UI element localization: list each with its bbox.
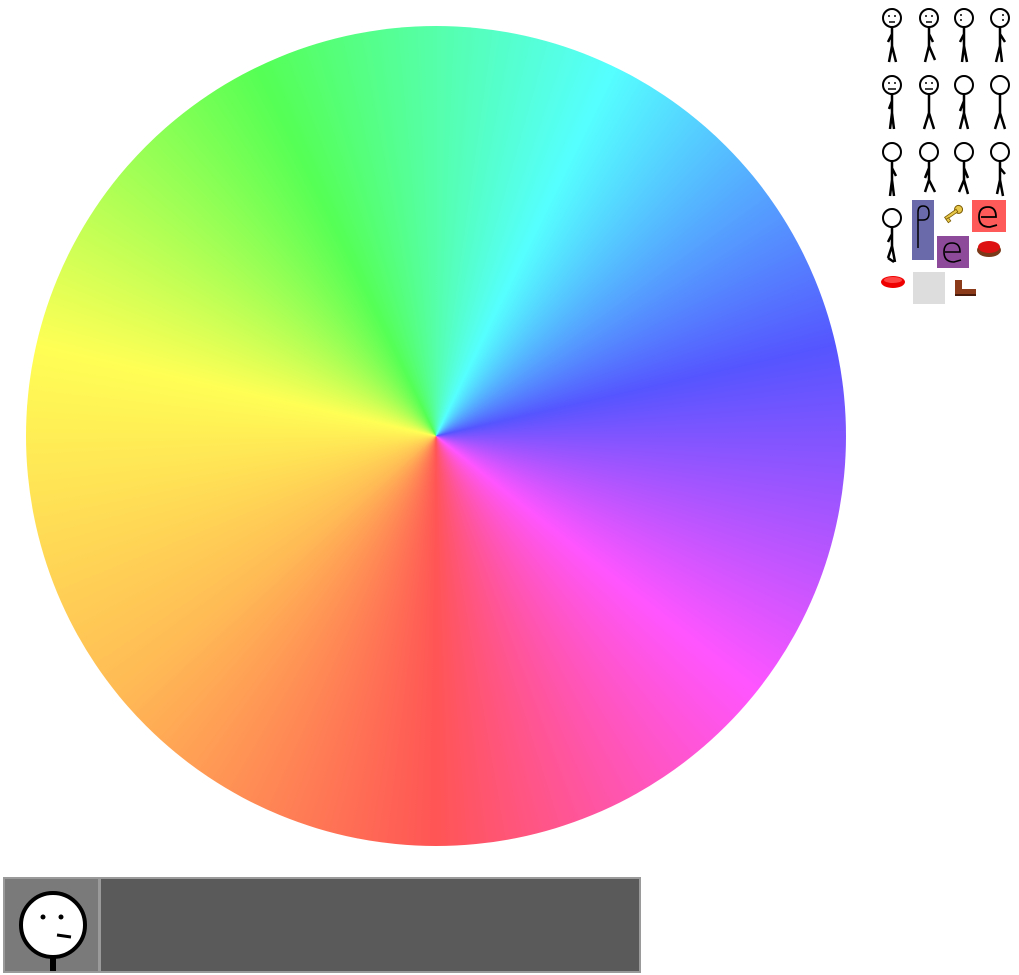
stick-figure-icon [954,142,974,195]
portrait-box [5,879,101,971]
stick-figure-icon [882,208,902,264]
stick-figure-icon [954,75,974,130]
door-e-purple-icon [937,236,969,268]
stick-figure-icon [919,75,939,130]
game-canvas [0,0,1019,975]
stick-figure-icon [882,8,902,63]
stick-figure-icon [990,142,1010,197]
red-disc-icon [881,276,905,288]
door-p-icon [912,200,934,260]
stick-figure-icon [990,8,1010,63]
dialog-text [115,893,625,961]
stick-figure-icon [919,8,939,63]
gray-block-icon [913,272,945,304]
stick-figure-icon [882,75,902,130]
stick-figure-icon [882,142,902,197]
door-e-red-icon [972,200,1006,232]
boot-icon [955,280,976,296]
color-wheel [26,26,846,846]
key-icon [944,204,964,224]
stick-face-icon [19,891,87,971]
red-button-icon [977,241,1001,257]
dialog-panel [3,877,641,973]
sprite-sheet [881,8,1010,304]
stick-figure-icon [919,142,939,193]
stick-figure-icon [990,75,1010,130]
stick-figure-icon [954,8,974,63]
